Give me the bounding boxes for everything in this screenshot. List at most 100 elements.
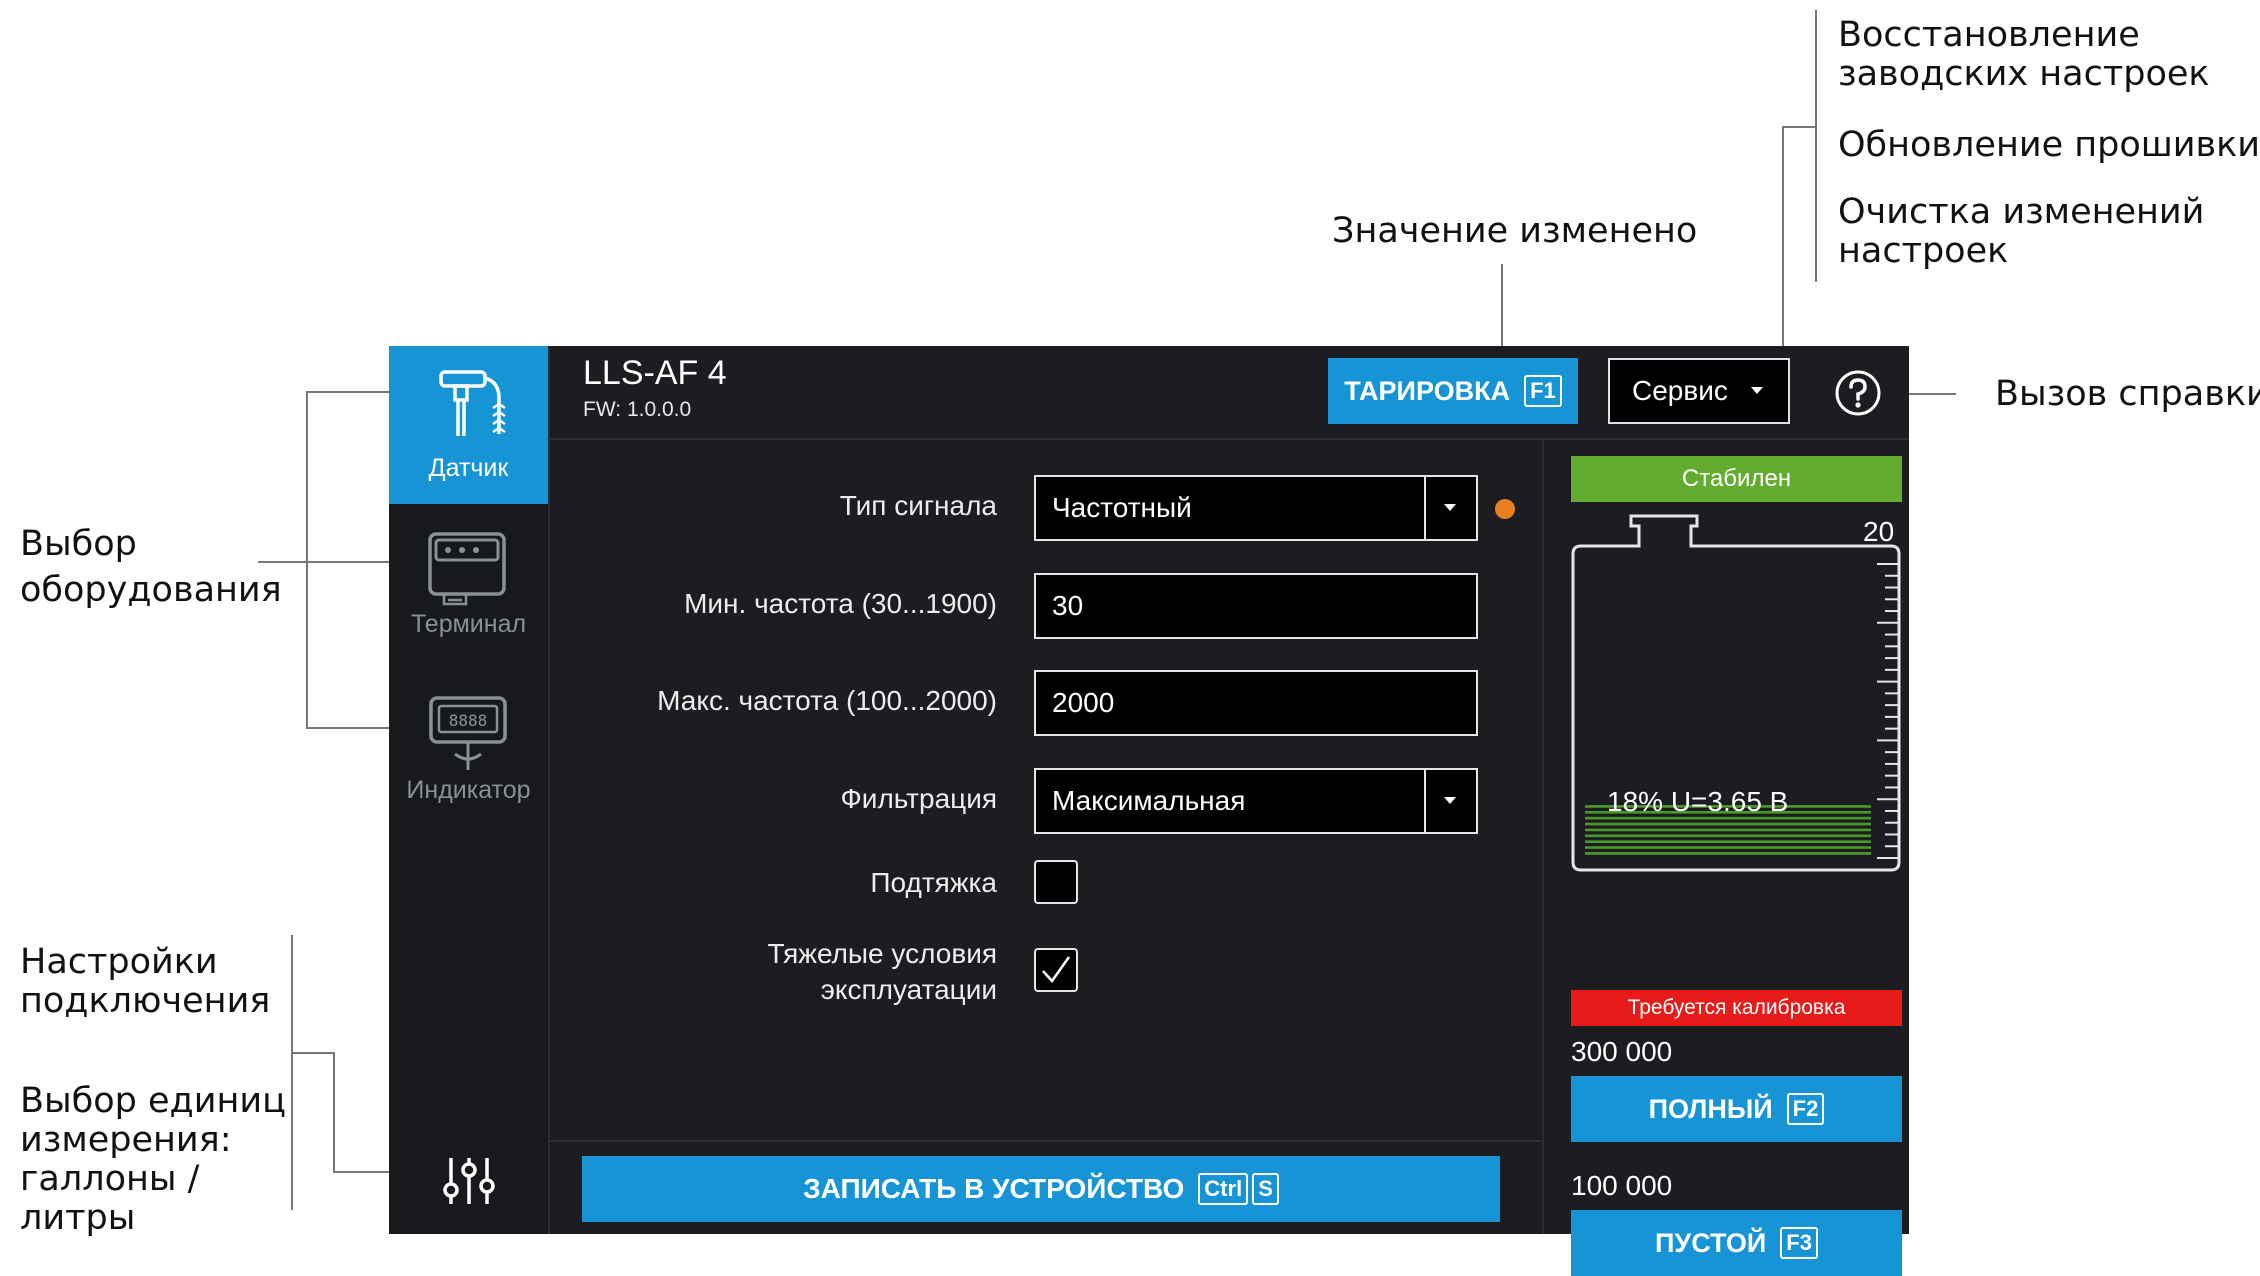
- calibration-warning-badge: Требуется калибровка: [1571, 990, 1902, 1026]
- annotation-line: заводских настроек: [1838, 54, 2210, 94]
- tare-button[interactable]: ТАРИРОВКА F1: [1328, 358, 1578, 424]
- service-dropdown[interactable]: Сервис: [1608, 358, 1790, 424]
- annotation-line: оборудования: [20, 570, 282, 610]
- f2-key-hint: F2: [1786, 1093, 1825, 1125]
- tare-key-hint: F1: [1524, 375, 1562, 407]
- annotation-line: Выбор: [20, 524, 137, 564]
- max-freq-value: 2000: [1052, 687, 1115, 718]
- signal-type-dropdown-button[interactable]: [1424, 477, 1476, 539]
- annotation-restore-factory: Восстановление заводских настроек: [1838, 16, 2210, 94]
- value-changed-dot: [1495, 499, 1515, 519]
- question-circle-icon[interactable]: [1833, 368, 1883, 418]
- annotation-line: Выбор единиц: [20, 1081, 286, 1121]
- pullup-label: Подтяжка: [870, 867, 997, 898]
- max-freq-input[interactable]: 2000: [1034, 670, 1478, 736]
- signal-type-value: Частотный: [1052, 492, 1192, 523]
- annotation-line: Восстановление: [1838, 15, 2140, 55]
- tank-level-stripe: [1585, 834, 1871, 838]
- sensor-icon: [439, 370, 506, 436]
- sidebar-item-sensor[interactable]: Датчик: [389, 346, 548, 504]
- annotation-line: Очистка изменений: [1838, 192, 2205, 232]
- sidebar-item-label: Индикатор: [406, 776, 531, 804]
- tank-reading: 18% U=3.65 В: [1607, 786, 1789, 817]
- leader-settings-v1: [291, 935, 293, 1210]
- caret-down-icon: [1444, 797, 1456, 804]
- harsh-conditions-label: Тяжелые условия эксплуатации: [768, 936, 997, 1008]
- header: LLS-AF 4 FW: 1.0.0.0 ТАРИРОВКА F1 Сервис: [550, 346, 1909, 440]
- caret-down-icon: [1750, 387, 1763, 394]
- full-button-label: ПОЛНЫЙ: [1648, 1093, 1773, 1124]
- harsh-label-line-2: эксплуатации: [820, 974, 997, 1005]
- full-value: 300 000: [1571, 1036, 1673, 1067]
- annotation-units-select: Выбор единиц измерения: галлоны / литры: [20, 1082, 286, 1238]
- full-button[interactable]: ПОЛНЫЙ F2: [1571, 1076, 1902, 1142]
- svg-text:8888: 8888: [449, 711, 488, 730]
- annotation-firmware-update: Обновление прошивки: [1838, 125, 2260, 165]
- s-key-hint: S: [1252, 1173, 1279, 1205]
- min-freq-label: Мин. частота (30...1900): [684, 588, 997, 619]
- sidebar-item-label: Датчик: [428, 454, 509, 482]
- leader-settings-h1: [291, 1052, 333, 1054]
- annotation-line: литры: [20, 1198, 136, 1238]
- service-label: Сервис: [1632, 375, 1728, 406]
- signal-type-select[interactable]: Частотный: [1034, 475, 1478, 541]
- settings-form: Тип сигнала Мин. частота (30...1900) Мак…: [550, 440, 1542, 1140]
- min-freq-input[interactable]: 30: [1034, 573, 1478, 639]
- indicator-icon: 8888: [429, 696, 507, 770]
- filter-dropdown-button[interactable]: [1424, 770, 1476, 832]
- caret-down-icon: [1444, 504, 1456, 511]
- leader-equip-h: [258, 561, 306, 563]
- leader-settings-v2: [333, 1052, 335, 1172]
- write-button-label: ЗАПИСАТЬ В УСТРОЙСТВО: [803, 1173, 1185, 1204]
- tank-level-stripe: [1585, 852, 1871, 855]
- filter-value: Максимальная: [1052, 785, 1246, 816]
- harsh-conditions-checkbox[interactable]: [1034, 948, 1078, 992]
- annotation-line: галлоны /: [20, 1159, 200, 1199]
- empty-value: 100 000: [1571, 1170, 1673, 1201]
- write-key-hints: Ctrl S: [1198, 1173, 1279, 1205]
- tare-button-label: ТАРИРОВКА: [1344, 375, 1511, 406]
- leader-service-h: [1782, 126, 1816, 128]
- tank-level-stripe: [1585, 846, 1871, 849]
- min-freq-value: 30: [1052, 590, 1084, 621]
- leader-right-bracket: [1815, 10, 1817, 282]
- annotation-clear-changes: Очистка изменений настроек: [1838, 193, 2204, 271]
- tank-level-stripe: [1585, 822, 1871, 826]
- status-badge: Стабилен: [1571, 456, 1902, 502]
- annotation-line: измерения:: [20, 1120, 232, 1160]
- empty-button-label: ПУСТОЙ: [1655, 1227, 1767, 1258]
- filter-label: Фильтрация: [840, 783, 997, 814]
- annotation-line: Настройки: [20, 942, 218, 982]
- tank-graphic: [1571, 514, 1901, 872]
- tank-level-stripe: [1585, 828, 1871, 832]
- filter-select[interactable]: Максимальная: [1034, 768, 1478, 834]
- app-window: Датчик Терминал 8888 Индикатор LLS-AF 4 …: [389, 346, 1909, 1276]
- annotation-line: настроек: [1838, 231, 2009, 271]
- sidebar-item-label: Терминал: [410, 610, 527, 638]
- form-bottom-divider: [550, 1140, 1542, 1142]
- checkmark-icon: [1042, 956, 1071, 983]
- annotation-help-call: Вызов справки: [1995, 374, 2260, 414]
- harsh-label-line-1: Тяжелые условия: [767, 938, 997, 969]
- pullup-checkbox[interactable]: [1034, 860, 1078, 904]
- empty-button[interactable]: ПУСТОЙ F3: [1571, 1210, 1902, 1276]
- sidebar-item-terminal[interactable]: Терминал: [389, 504, 548, 662]
- annotation-equipment-select: Выбор оборудования: [20, 521, 282, 613]
- tank-panel: Стабилен 20 18% U=3.65 В Требуется калиб…: [1542, 440, 1909, 1276]
- terminal-icon: [428, 532, 506, 606]
- device-title: LLS-AF 4: [583, 354, 727, 392]
- sidebar-item-indicator[interactable]: 8888 Индикатор: [389, 666, 548, 824]
- signal-type-label: Тип сигнала: [839, 490, 997, 521]
- annotation-value-changed: Значение изменено: [1332, 211, 1698, 251]
- annotation-connection-settings: Настройки подключения: [20, 943, 270, 1021]
- write-to-device-button[interactable]: ЗАПИСАТЬ В УСТРОЙСТВО Ctrl S: [582, 1156, 1500, 1222]
- annotation-line: подключения: [20, 981, 271, 1021]
- ctrl-key-hint: Ctrl: [1198, 1173, 1249, 1205]
- leader-equip-v: [306, 391, 308, 728]
- firmware-version: FW: 1.0.0.0: [583, 398, 692, 421]
- sidebar: Датчик Терминал 8888 Индикатор: [389, 346, 550, 1234]
- sliders-icon[interactable]: [441, 1156, 497, 1206]
- form-labels: Тип сигнала Мин. частота (30...1900) Мак…: [550, 440, 997, 1140]
- leader-service-v: [1782, 126, 1784, 372]
- max-freq-label: Макс. частота (100...2000): [657, 685, 997, 716]
